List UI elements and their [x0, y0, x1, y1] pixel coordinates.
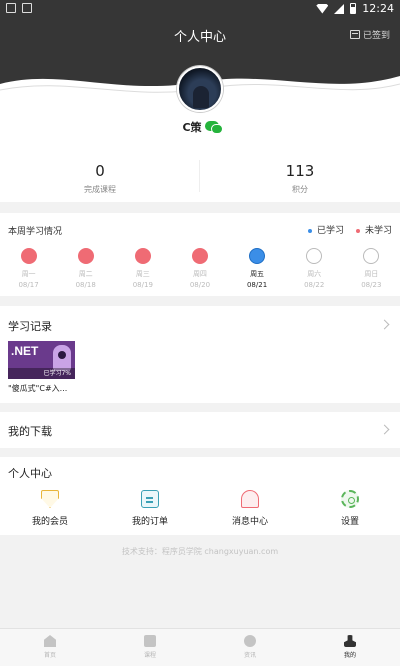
avatar[interactable]: [177, 66, 223, 112]
day-name: 周三: [135, 270, 150, 278]
status-bar: 12:24: [0, 0, 400, 18]
page-title: 个人中心: [173, 30, 226, 45]
day-status-circle: [134, 248, 151, 264]
weekday-item: 周一 08/17: [0, 248, 57, 289]
menu-item-label: 我的订单: [131, 517, 168, 527]
weekday-list: 周一 08/17 周二 08/18 周三 08/19 周四 08/20 周五 08/21 …: [0, 248, 400, 289]
gear-icon: [341, 490, 359, 508]
weekday-item: 周四 08/20: [171, 248, 228, 289]
support-text: 技术支持：程序员学院 changxuyuan.com: [121, 547, 279, 556]
image-notification-icon: [6, 3, 16, 13]
course-name[interactable]: "傻瓜式"C#入...: [8, 383, 67, 394]
personal-center-title: 个人中心: [8, 467, 52, 480]
wifi-icon: [316, 3, 329, 14]
bell-icon: [241, 490, 259, 508]
menu-item-label: 消息中心: [231, 517, 268, 527]
stat-label: 积分: [292, 185, 308, 194]
course-icon: [144, 635, 156, 647]
course-thumb-text: .NET: [11, 344, 39, 358]
legend-learned: 已学习: [307, 223, 344, 236]
legend-learned-label: 已学习: [316, 226, 344, 236]
stat-points[interactable]: 113 积分: [200, 150, 400, 202]
tab-news[interactable]: 资讯: [200, 629, 300, 666]
battery-icon: [350, 3, 357, 14]
day-status-circle: [20, 248, 37, 264]
tab-mine[interactable]: 我的: [300, 629, 400, 666]
username: C策: [182, 121, 202, 134]
signin-button[interactable]: 已签到: [349, 28, 390, 41]
course-thumbnail[interactable]: .NET 已学习7%: [8, 341, 75, 379]
menu-item-settings[interactable]: 设置: [300, 490, 400, 527]
stat-completed-courses[interactable]: 0 完成课程: [0, 150, 200, 202]
chevron-right-icon[interactable]: [379, 319, 390, 330]
day-date: 08/17: [18, 281, 39, 289]
tab-label: 我的: [343, 652, 356, 659]
stat-value: 113: [285, 162, 315, 180]
tab-home[interactable]: 首页: [0, 629, 100, 666]
day-name: 周五: [250, 270, 265, 278]
calendar-icon: [349, 30, 360, 39]
tab-course[interactable]: 课程: [100, 629, 200, 666]
day-date: 08/22: [304, 281, 325, 289]
weekday-item: 周二 08/18: [57, 248, 114, 289]
my-downloads-row[interactable]: 我的下载: [0, 412, 400, 448]
legend-dot-icon: [355, 228, 360, 233]
day-status-circle: [306, 248, 323, 264]
app-notification-icon: [22, 3, 32, 13]
day-name: 周六: [307, 270, 322, 278]
day-date: 08/18: [75, 281, 96, 289]
menu-item-label: 设置: [340, 517, 359, 527]
my-downloads-title: 我的下载: [8, 425, 52, 438]
day-status-circle: [249, 248, 266, 264]
day-date: 08/23: [361, 281, 382, 289]
day-date: 08/19: [132, 281, 153, 289]
menu-item-messages[interactable]: 消息中心: [200, 490, 300, 527]
day-status-circle: [191, 248, 208, 264]
day-name: 周一: [21, 270, 36, 278]
stat-label: 完成课程: [84, 185, 116, 194]
weekly-legend: 已学习 未学习: [307, 223, 392, 236]
day-status-circle: [77, 248, 94, 264]
tab-label: 资讯: [243, 652, 256, 659]
weekly-study-panel: 本周学习情况 已学习 未学习 周一 08/17 周二 08/18 周三 08/19 周…: [0, 213, 400, 296]
weekly-title: 本周学习情况: [8, 227, 63, 237]
day-name: 周四: [192, 270, 207, 278]
chevron-right-icon: [379, 424, 390, 435]
day-date: 08/20: [189, 281, 211, 289]
user-icon: [344, 635, 356, 647]
personal-center-menu: 我的会员 我的订单 消息中心 设置: [0, 490, 400, 527]
menu-item-orders[interactable]: 我的订单: [100, 490, 200, 527]
tab-label: 课程: [143, 652, 156, 659]
personal-center-section: 个人中心 我的会员 我的订单 消息中心 设置: [0, 457, 400, 535]
weekday-item: 周五 08/21: [229, 248, 286, 289]
order-icon: [141, 490, 159, 508]
menu-item-label: 我的会员: [31, 517, 68, 527]
study-records-title[interactable]: 学习记录: [8, 318, 52, 334]
weekday-item: 周三 08/19: [114, 248, 171, 289]
wechat-icon: [205, 121, 223, 134]
stats-row: 0 完成课程 113 积分: [0, 150, 400, 202]
compass-icon: [244, 635, 256, 647]
username-row: C策: [0, 119, 400, 135]
menu-item-membership[interactable]: 我的会员: [0, 490, 100, 527]
bottom-tab-bar: 首页 课程 资讯 我的: [0, 628, 400, 666]
course-progress: 已学习7%: [8, 368, 75, 379]
tab-label: 首页: [43, 652, 56, 659]
day-name: 周日: [364, 270, 379, 278]
day-date: 08/21: [246, 281, 268, 289]
signal-icon: [334, 3, 345, 14]
stat-value: 0: [95, 162, 105, 180]
legend-not-learned-label: 未学习: [364, 226, 392, 236]
legend-not-learned: 未学习: [355, 223, 392, 236]
weekday-item: 周日 08/23: [343, 248, 400, 289]
study-records-section: 学习记录 .NET 已学习7% "傻瓜式"C#入...: [0, 306, 400, 403]
day-status-circle: [363, 248, 380, 264]
home-icon: [44, 635, 56, 647]
weekday-item: 周六 08/22: [286, 248, 343, 289]
day-name: 周二: [78, 270, 93, 278]
legend-dot-icon: [307, 228, 312, 233]
signin-label: 已签到: [362, 31, 390, 41]
status-time: 12:24: [362, 2, 394, 15]
member-icon: [41, 490, 59, 508]
